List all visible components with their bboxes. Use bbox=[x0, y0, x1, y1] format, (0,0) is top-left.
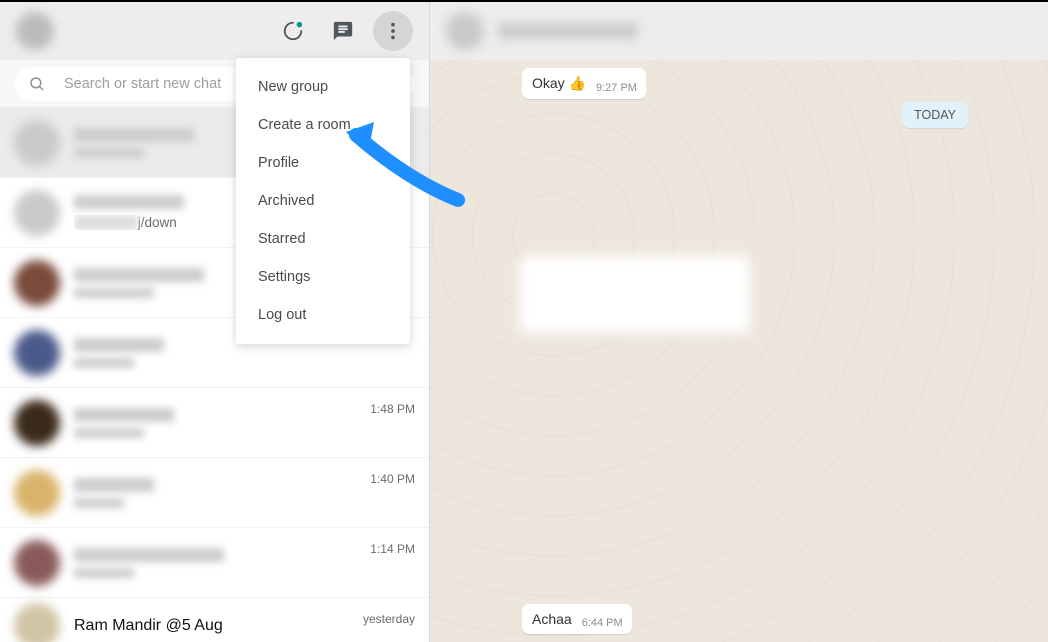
chat-time: 1:14 PM bbox=[370, 542, 415, 556]
menu-starred[interactable]: Starred bbox=[236, 220, 410, 258]
chat-time: yesterday bbox=[363, 612, 415, 626]
menu-create-room[interactable]: Create a room bbox=[236, 106, 410, 144]
message-time: 6:44 PM bbox=[582, 617, 623, 629]
message-bubble[interactable] bbox=[520, 256, 750, 334]
avatar bbox=[14, 540, 60, 586]
chat-time: 1:40 PM bbox=[370, 472, 415, 486]
avatar bbox=[14, 330, 60, 376]
message-text: Okay 👍 bbox=[532, 75, 586, 92]
message-bubble[interactable]: Okay 👍 9:27 PM bbox=[522, 68, 646, 99]
search-icon bbox=[28, 75, 46, 93]
new-chat-icon[interactable] bbox=[323, 11, 363, 51]
left-header bbox=[0, 2, 429, 60]
message-text: Achaa bbox=[532, 611, 572, 627]
avatar bbox=[14, 470, 60, 516]
menu-logout[interactable]: Log out bbox=[236, 296, 410, 334]
menu-icon[interactable] bbox=[373, 11, 413, 51]
chat-item[interactable]: 1:48 PM bbox=[0, 388, 429, 458]
contact-avatar[interactable] bbox=[446, 12, 484, 50]
chat-item[interactable]: 1:14 PM bbox=[0, 528, 429, 598]
left-panel: j/down bbox=[0, 2, 430, 642]
chat-item[interactable]: Ram Mandir @5 Aug yesterday bbox=[0, 598, 429, 642]
message-time: 9:27 PM bbox=[596, 82, 637, 94]
contact-name bbox=[498, 23, 638, 39]
avatar bbox=[14, 120, 60, 166]
avatar bbox=[14, 260, 60, 306]
message-bubble[interactable]: Achaa 6:44 PM bbox=[522, 604, 632, 634]
avatar bbox=[14, 190, 60, 236]
chat-time: 1:48 PM bbox=[370, 402, 415, 416]
my-avatar[interactable] bbox=[16, 12, 54, 50]
chat-item[interactable]: 1:40 PM bbox=[0, 458, 429, 528]
menu-settings[interactable]: Settings bbox=[236, 258, 410, 296]
overflow-menu: New group Create a room Profile Archived… bbox=[236, 58, 410, 344]
chat-pane: Okay 👍 9:27 PM TODAY Achaa 6:44 PM bbox=[430, 60, 1048, 642]
menu-new-group[interactable]: New group bbox=[236, 68, 410, 106]
right-panel: Okay 👍 9:27 PM TODAY Achaa 6:44 PM bbox=[430, 2, 1048, 642]
avatar bbox=[14, 400, 60, 446]
menu-archived[interactable]: Archived bbox=[236, 182, 410, 220]
menu-profile[interactable]: Profile bbox=[236, 144, 410, 182]
avatar bbox=[14, 603, 60, 642]
day-label: TODAY bbox=[902, 102, 968, 128]
chat-name: Ram Mandir @5 Aug bbox=[74, 617, 349, 635]
status-icon[interactable] bbox=[273, 11, 313, 51]
conversation-header bbox=[430, 2, 1048, 60]
day-separator: TODAY bbox=[902, 102, 968, 128]
